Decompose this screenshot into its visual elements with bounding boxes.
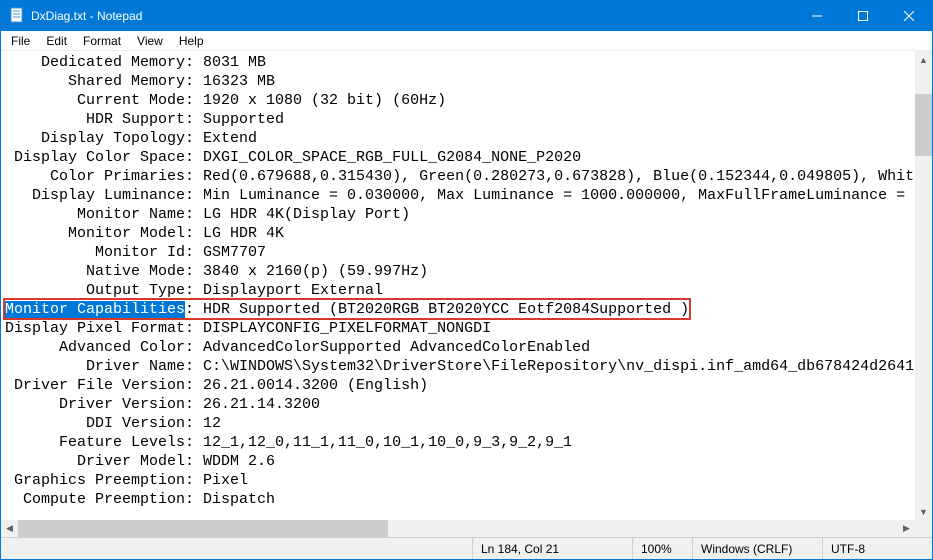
text-line: Monitor Name: LG HDR 4K(Display Port) bbox=[5, 205, 913, 224]
horizontal-scrollbar[interactable]: ◀ ▶ bbox=[1, 520, 915, 537]
text-line: DDI Version: 12 bbox=[5, 414, 913, 433]
text-content[interactable]: Dedicated Memory: 8031 MB Shared Memory:… bbox=[1, 51, 915, 520]
horizontal-scroll-track[interactable] bbox=[18, 520, 898, 537]
status-line-ending: Windows (CRLF) bbox=[692, 538, 822, 559]
minimize-button[interactable] bbox=[794, 1, 840, 31]
text-line: Driver Name: C:\WINDOWS\System32\DriverS… bbox=[5, 357, 913, 376]
text-line: Shared Memory: 16323 MB bbox=[5, 72, 913, 91]
notepad-icon bbox=[9, 7, 25, 26]
text-line: Monitor Model: LG HDR 4K bbox=[5, 224, 913, 243]
text-line: Monitor Id: GSM7707 bbox=[5, 243, 913, 262]
text-line: Display Color Space: DXGI_COLOR_SPACE_RG… bbox=[5, 148, 913, 167]
menu-help[interactable]: Help bbox=[171, 32, 212, 50]
scroll-down-button[interactable]: ▼ bbox=[915, 503, 932, 520]
titlebar[interactable]: DxDiag.txt - Notepad bbox=[1, 1, 932, 31]
menu-edit[interactable]: Edit bbox=[38, 32, 75, 50]
vertical-scroll-thumb[interactable] bbox=[915, 94, 932, 156]
text-line-value: : HDR Supported (BT2020RGB BT2020YCC Eot… bbox=[185, 301, 689, 318]
vertical-scroll-track[interactable] bbox=[915, 68, 932, 503]
scroll-right-button[interactable]: ▶ bbox=[898, 520, 915, 537]
menu-view[interactable]: View bbox=[129, 32, 171, 50]
editor-area: Dedicated Memory: 8031 MB Shared Memory:… bbox=[1, 51, 932, 537]
text-line: Display Pixel Format: DISPLAYCONFIG_PIXE… bbox=[5, 319, 913, 338]
text-line: Driver Model: WDDM 2.6 bbox=[5, 452, 913, 471]
text-line: Output Type: Displayport External bbox=[5, 281, 913, 300]
text-line: Driver File Version: 26.21.0014.3200 (En… bbox=[5, 376, 913, 395]
status-zoom: 100% bbox=[632, 538, 692, 559]
menubar: File Edit Format View Help bbox=[1, 31, 932, 51]
scroll-corner bbox=[915, 520, 932, 537]
status-spacer bbox=[1, 538, 472, 559]
scroll-up-button[interactable]: ▲ bbox=[915, 51, 932, 68]
text-line: Compute Preemption: Dispatch bbox=[5, 490, 913, 509]
status-position: Ln 184, Col 21 bbox=[472, 538, 632, 559]
text-line: Display Topology: Extend bbox=[5, 129, 913, 148]
statusbar: Ln 184, Col 21 100% Windows (CRLF) UTF-8 bbox=[1, 537, 932, 559]
horizontal-scroll-thumb[interactable] bbox=[18, 520, 388, 537]
text-line: Feature Levels: 12_1,12_0,11_1,11_0,10_1… bbox=[5, 433, 913, 452]
text-line: HDR Support: Supported bbox=[5, 110, 913, 129]
window-title: DxDiag.txt - Notepad bbox=[31, 9, 794, 23]
text-line: Graphics Preemption: Pixel bbox=[5, 471, 913, 490]
menu-format[interactable]: Format bbox=[75, 32, 129, 50]
text-line: Current Mode: 1920 x 1080 (32 bit) (60Hz… bbox=[5, 91, 913, 110]
maximize-button[interactable] bbox=[840, 1, 886, 31]
close-button[interactable] bbox=[886, 1, 932, 31]
text-line: Dedicated Memory: 8031 MB bbox=[5, 53, 913, 72]
text-line: Native Mode: 3840 x 2160(p) (59.997Hz) bbox=[5, 262, 913, 281]
status-encoding: UTF-8 bbox=[822, 538, 932, 559]
text-line: Display Luminance: Min Luminance = 0.030… bbox=[5, 186, 913, 205]
text-line: Color Primaries: Red(0.679688,0.315430),… bbox=[5, 167, 913, 186]
text-line: Advanced Color: AdvancedColorSupported A… bbox=[5, 338, 913, 357]
text-line: Driver Version: 26.21.14.3200 bbox=[5, 395, 913, 414]
selected-text: Monitor Capabilities bbox=[5, 301, 185, 318]
scroll-left-button[interactable]: ◀ bbox=[1, 520, 18, 537]
menu-file[interactable]: File bbox=[3, 32, 38, 50]
vertical-scrollbar[interactable]: ▲ ▼ bbox=[915, 51, 932, 520]
